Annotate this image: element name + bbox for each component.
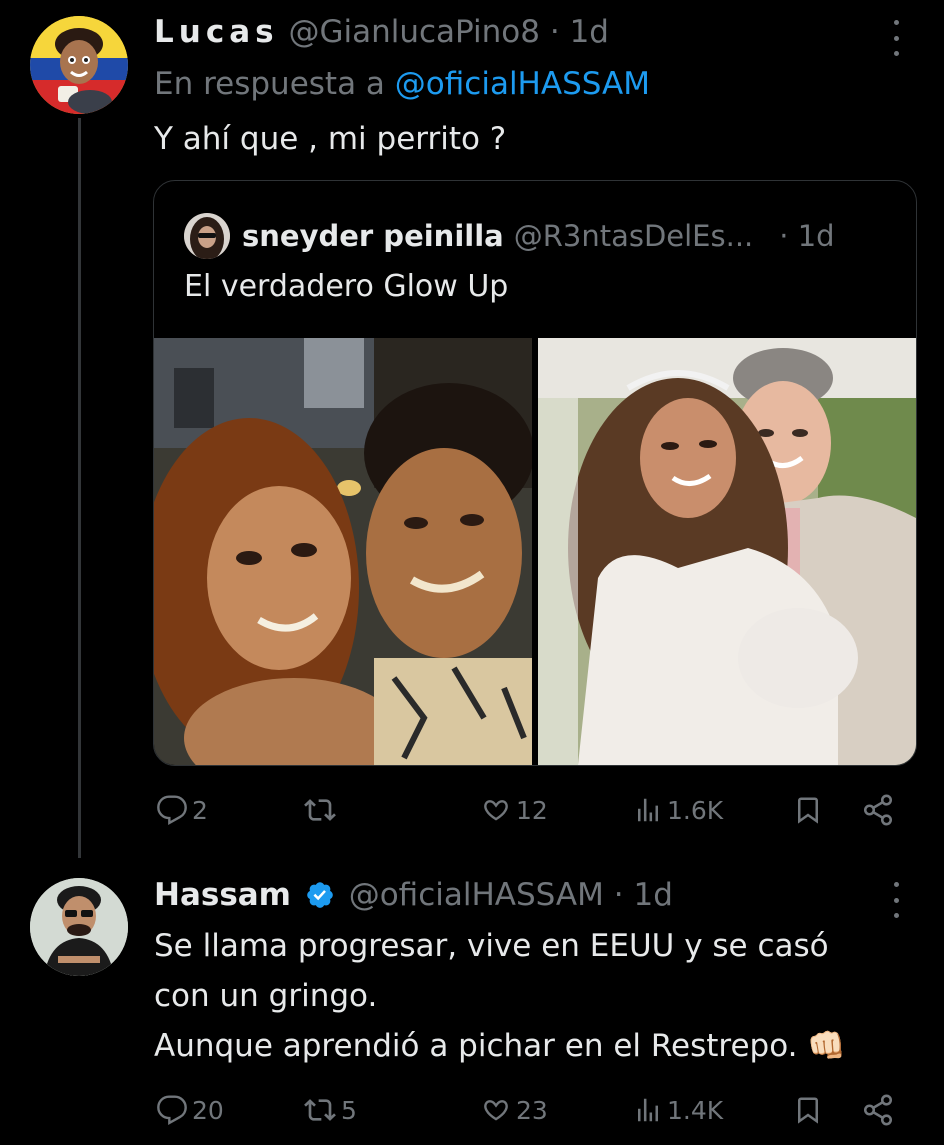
retweet-icon	[304, 1099, 336, 1121]
tweet-body: Y ahí que , mi perrito ?	[154, 121, 507, 157]
quoted-tweet-header: sneyder peinilla @R3ntasDelEs... · 1d	[184, 213, 835, 259]
quoted-photo-after[interactable]	[538, 338, 916, 765]
reply-button[interactable]: 20	[156, 1090, 224, 1130]
more-icon[interactable]	[891, 20, 901, 56]
reply-mention-link[interactable]: @oficialHASSAM	[395, 66, 650, 102]
views-count: 1.6K	[667, 795, 724, 825]
tweet1-action-bar: 2 12 1.6K	[153, 790, 898, 830]
handle[interactable]: @GianlucaPino8	[288, 14, 540, 50]
reply-icon	[157, 1095, 187, 1125]
photo-before-image	[154, 338, 532, 765]
bookmark-icon	[798, 797, 818, 824]
reply-button[interactable]: 2	[156, 790, 208, 830]
like-button[interactable]: 23	[480, 1090, 548, 1130]
timestamp[interactable]: 1d	[570, 14, 609, 50]
views-icon	[638, 1098, 658, 1122]
share-icon	[863, 794, 893, 826]
thread-connector-line	[78, 118, 81, 858]
quoted-timestamp[interactable]: · 1d	[779, 219, 834, 253]
views-count: 1.4K	[667, 1095, 724, 1125]
avatar-lucas-image	[30, 16, 128, 114]
share-button[interactable]	[861, 790, 895, 830]
quoted-handle[interactable]: @R3ntasDelEs...	[514, 219, 754, 253]
thread-view: Lucas @GianlucaPino8 · 1d En respuesta a…	[0, 0, 944, 1145]
reply-count: 2	[192, 795, 208, 825]
separator-dot: ·	[549, 14, 560, 50]
avatar-sneyder-image	[184, 213, 230, 259]
quoted-tweet-card[interactable]: sneyder peinilla @R3ntasDelEs... · 1d El…	[153, 180, 917, 766]
retweet-button[interactable]	[303, 790, 341, 830]
reply-prefix: En respuesta a	[154, 66, 385, 102]
avatar-hassam-image	[30, 878, 128, 976]
reply-count: 20	[192, 1095, 224, 1125]
like-count: 12	[516, 795, 548, 825]
timestamp[interactable]: 1d	[633, 877, 672, 913]
separator-dot: ·	[613, 877, 624, 913]
avatar-lucas[interactable]	[30, 16, 128, 114]
tweet-header: Lucas @GianlucaPino8 · 1d	[154, 12, 609, 52]
tweet-body-line-3: Aunque aprendió a pichar en el Restrepo.…	[154, 1028, 846, 1064]
retweet-icon	[304, 799, 336, 821]
like-count: 23	[516, 1095, 548, 1125]
bookmark-button[interactable]	[793, 1090, 823, 1130]
tweet2-action-bar: 20 5 23 1.4K	[153, 1090, 898, 1130]
like-icon	[484, 800, 508, 821]
verified-badge-icon[interactable]	[305, 880, 335, 910]
avatar-hassam[interactable]	[30, 878, 128, 976]
quoted-display-name[interactable]: sneyder peinilla	[242, 219, 504, 253]
reply-icon	[157, 795, 187, 825]
bookmark-icon	[798, 1097, 818, 1124]
tweet-header: Hassam @oficialHASSAM · 1d	[154, 875, 673, 915]
quoted-tweet-body: El verdadero Glow Up	[184, 269, 509, 304]
photo-after-image	[538, 338, 916, 765]
share-icon	[863, 1094, 893, 1126]
quoted-photo-before[interactable]	[154, 338, 532, 765]
like-icon	[484, 1100, 508, 1121]
views-icon	[638, 798, 658, 822]
avatar-sneyder[interactable]	[184, 213, 230, 259]
bookmark-button[interactable]	[793, 790, 823, 830]
share-button[interactable]	[861, 1090, 895, 1130]
handle[interactable]: @oficialHASSAM	[349, 877, 604, 913]
retweet-button[interactable]: 5	[303, 1090, 357, 1130]
tweet-body-line-1: Se llama progresar, vive en EEUU y se ca…	[154, 928, 829, 964]
more-icon[interactable]	[891, 882, 901, 918]
display-name[interactable]: Hassam	[154, 877, 291, 913]
views-button[interactable]: 1.6K	[633, 790, 723, 830]
reply-context: En respuesta a @oficialHASSAM	[154, 64, 650, 104]
views-button[interactable]: 1.4K	[633, 1090, 723, 1130]
display-name[interactable]: Lucas	[154, 14, 279, 50]
tweet-body-line-2: con un gringo.	[154, 978, 378, 1014]
like-button[interactable]: 12	[480, 790, 548, 830]
retweet-count: 5	[341, 1095, 357, 1125]
